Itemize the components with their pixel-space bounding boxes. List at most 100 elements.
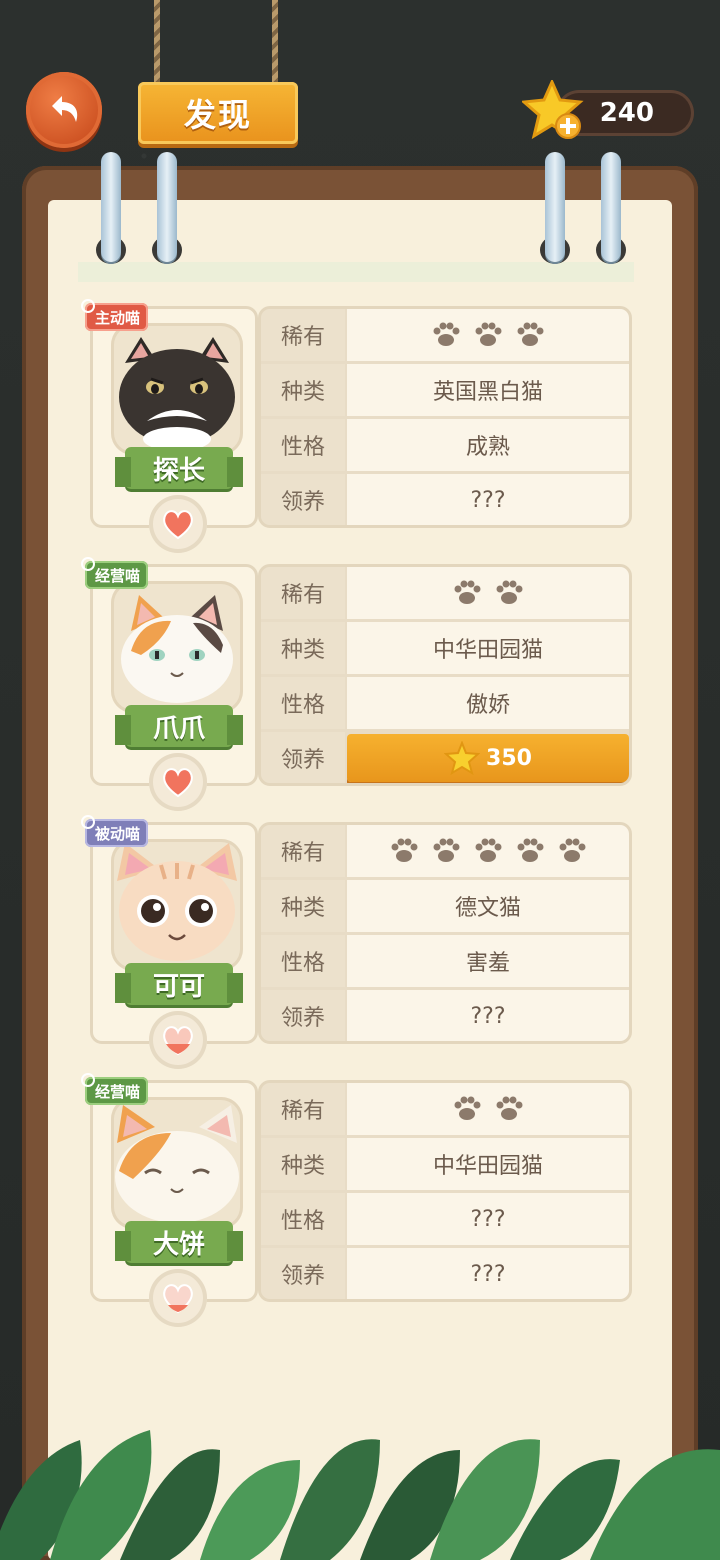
paw-icon: [433, 322, 460, 346]
calico-cat-face-icon: [121, 595, 233, 703]
cat-name-ribbon: 探长: [115, 447, 243, 489]
cat-info-table: 稀有 种类 中华田园猫 性格 傲娇 领养 350: [258, 564, 632, 786]
cat-portrait-frame[interactable]: 主动喵 探长: [80, 299, 258, 553]
rarity-paws: [390, 838, 586, 864]
cat-type-tag: 经营喵: [80, 1073, 149, 1105]
adopt-label: 领养: [261, 990, 345, 1041]
adopt-row: 领养 ???: [261, 990, 629, 1041]
binder-ring: [601, 152, 621, 262]
cat-name: 爪爪: [152, 713, 205, 744]
heart-icon: [163, 1026, 193, 1056]
adopt-row: 领养 ???: [261, 1248, 629, 1299]
heart-icon: [163, 768, 193, 798]
personality-label: 性格: [261, 935, 345, 987]
paw-icon: [433, 838, 460, 862]
cat-portrait: [111, 1097, 243, 1229]
breed-row: 种类 德文猫: [261, 880, 629, 932]
paw-icon: [391, 838, 418, 862]
round-calico-cat-face-icon: [115, 1105, 239, 1223]
adopt-label: 领养: [261, 1248, 345, 1299]
cat-portrait-frame[interactable]: 经营喵 大饼: [80, 1073, 258, 1327]
add-coins-star-icon[interactable]: [522, 80, 588, 142]
devon-rex-cat-face-icon: [117, 843, 237, 961]
cat-type-tag: 被动喵: [80, 815, 149, 847]
breed-label: 种类: [261, 622, 345, 674]
cat-card: 主动喵 探长 稀有 种类 英国黑白猫 性格 成熟 领养 ???: [80, 299, 632, 553]
cat-name: 可可: [152, 971, 205, 1002]
favorite-button[interactable]: [149, 753, 207, 811]
cat-name: 大饼: [152, 1229, 205, 1260]
cat-info-table: 稀有 种类 中华田园猫 性格 ??? 领养 ???: [258, 1080, 632, 1302]
cat-portrait: [111, 839, 243, 971]
adopt-price: 350: [486, 745, 532, 771]
adopt-label: 领养: [261, 474, 345, 525]
rarity-label: 稀有: [261, 1083, 345, 1135]
breed-value: 英国黑白猫: [347, 364, 629, 416]
paw-icon: [559, 838, 586, 862]
back-button[interactable]: [26, 72, 102, 148]
black-white-cat-face-icon: [119, 337, 235, 451]
adopt-value: ???: [347, 474, 629, 525]
rarity-paws: [453, 580, 523, 606]
cat-portrait-frame[interactable]: 被动喵 可可: [80, 815, 258, 1069]
favorite-button[interactable]: [149, 1011, 207, 1069]
cat-name: 探长: [152, 455, 205, 486]
rarity-row: 稀有: [261, 567, 629, 619]
breed-value: 德文猫: [347, 880, 629, 932]
favorite-button[interactable]: [149, 495, 207, 553]
back-arrow-icon: [52, 96, 78, 122]
paw-icon: [454, 1096, 481, 1120]
rarity-row: 稀有: [261, 309, 629, 361]
personality-row: 性格 害羞: [261, 935, 629, 987]
rarity-paws: [453, 1096, 523, 1122]
cat-name-ribbon: 大饼: [115, 1221, 243, 1263]
cat-card: 经营喵 大饼 稀有 种类 中华田园猫 性格 ??? 领养 ???: [80, 1073, 632, 1327]
rarity-label: 稀有: [261, 567, 345, 619]
rope: [154, 0, 160, 86]
adopt-button[interactable]: 350: [347, 734, 629, 782]
paw-icon: [454, 580, 481, 604]
rarity-label: 稀有: [261, 309, 345, 361]
cat-type-tag: 经营喵: [80, 557, 149, 589]
personality-row: 性格 成熟: [261, 419, 629, 471]
rarity-label: 稀有: [261, 825, 345, 877]
binder-ring: [101, 152, 121, 262]
cat-info-table: 稀有 种类 英国黑白猫 性格 成熟 领养 ???: [258, 306, 632, 528]
coin-amount: 240: [599, 98, 654, 128]
paw-icon: [475, 322, 502, 346]
rarity-row: 稀有: [261, 825, 629, 877]
rarity-value: [347, 825, 629, 877]
adopt-label: 领养: [261, 732, 345, 783]
rarity-value: [347, 567, 629, 619]
personality-value: 害羞: [347, 935, 629, 987]
cat-card: 经营喵 爪爪 稀有 种类 中华田园猫 性格 傲娇 领养 350: [80, 557, 632, 811]
cat-card: 被动喵 可可 稀有 种类 德文猫 性格 害羞 领养 ???: [80, 815, 632, 1069]
leaves-decoration: [0, 1430, 720, 1560]
paw-icon: [496, 1096, 523, 1120]
breed-label: 种类: [261, 1138, 345, 1190]
adopt-value: ???: [347, 990, 629, 1041]
personality-row: 性格 ???: [261, 1193, 629, 1245]
paw-icon: [517, 322, 544, 346]
personality-value: 成熟: [347, 419, 629, 471]
personality-label: 性格: [261, 419, 345, 471]
rarity-value: [347, 309, 629, 361]
adopt-value: ???: [347, 1248, 629, 1299]
cat-portrait: [111, 323, 243, 455]
cat-name-ribbon: 爪爪: [115, 705, 243, 747]
paw-icon: [517, 838, 544, 862]
title-sign: 发现: [138, 82, 298, 144]
favorite-button[interactable]: [149, 1269, 207, 1327]
cat-portrait-frame[interactable]: 经营喵 爪爪: [80, 557, 258, 811]
rope: [272, 0, 278, 86]
personality-value: ???: [347, 1193, 629, 1245]
heart-icon: [163, 510, 193, 540]
cat-name-ribbon: 可可: [115, 963, 243, 1005]
breed-value: 中华田园猫: [347, 622, 629, 674]
paw-icon: [475, 838, 502, 862]
cat-info-table: 稀有 种类 德文猫 性格 害羞 领养 ???: [258, 822, 632, 1044]
personality-label: 性格: [261, 677, 345, 729]
breed-row: 种类 中华田园猫: [261, 1138, 629, 1190]
rarity-row: 稀有: [261, 1083, 629, 1135]
rarity-paws: [432, 322, 544, 348]
